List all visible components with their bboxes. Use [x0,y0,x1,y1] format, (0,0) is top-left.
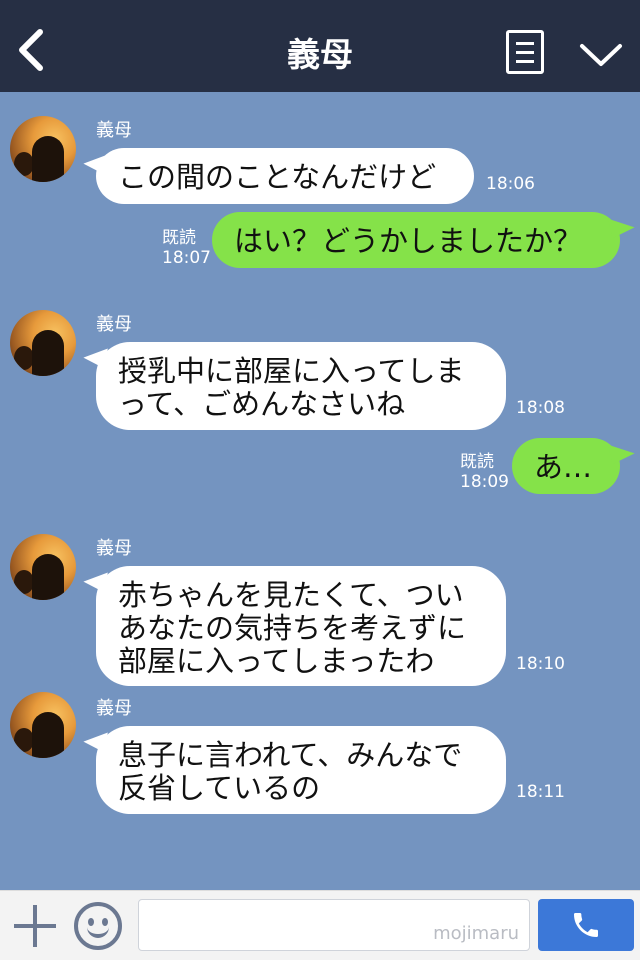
read-receipt: 既読 18:09 [460,452,509,492]
chevron-down-icon[interactable] [578,40,624,70]
chat-header: 義母 [0,0,640,92]
read-label: 既読 [460,452,494,472]
compose-bar: mojimaru [0,890,640,960]
message-time: 18:06 [486,174,535,194]
sender-name: 義母 [96,698,132,719]
message-time: 18:10 [516,654,565,674]
incoming-message[interactable]: 赤ちゃんを見たくて、つい あなたの気持ちを考えずに 部屋に入ってしまったわ [96,566,506,686]
message-list[interactable]: 義母 この間のことなんだけど 18:06 既読 18:07 はい？どうかしました… [0,92,640,890]
read-receipt: 既読 18:07 [162,228,211,268]
message-time: 18:08 [516,398,565,418]
sender-name: 義母 [96,120,132,141]
message-time: 18:07 [162,248,211,268]
incoming-message[interactable]: 授乳中に部屋に入ってしま って、ごめんなさいね [96,342,506,430]
contact-avatar[interactable] [10,116,76,182]
read-label: 既読 [162,228,196,248]
call-button[interactable] [538,899,634,951]
message-time: 18:09 [460,472,509,492]
phone-icon [574,913,598,937]
watermark: mojimaru [433,923,519,944]
message-time: 18:11 [516,782,565,802]
sender-name: 義母 [96,314,132,335]
plus-icon[interactable] [14,905,56,947]
incoming-message[interactable]: この間のことなんだけど [96,148,474,204]
incoming-message[interactable]: 息子に言われて、みんなで 反省しているの [96,726,506,814]
outgoing-message[interactable]: はい？どうかしましたか？ [212,212,620,268]
chat-title: 義母 [287,35,353,74]
contact-avatar[interactable] [10,310,76,376]
outgoing-message[interactable]: あ… [512,438,620,494]
contact-avatar[interactable] [10,692,76,758]
sender-name: 義母 [96,538,132,559]
smiley-icon[interactable] [74,902,122,950]
message-input[interactable]: mojimaru [138,899,530,951]
list-menu-icon[interactable] [506,30,544,74]
contact-avatar[interactable] [10,534,76,600]
